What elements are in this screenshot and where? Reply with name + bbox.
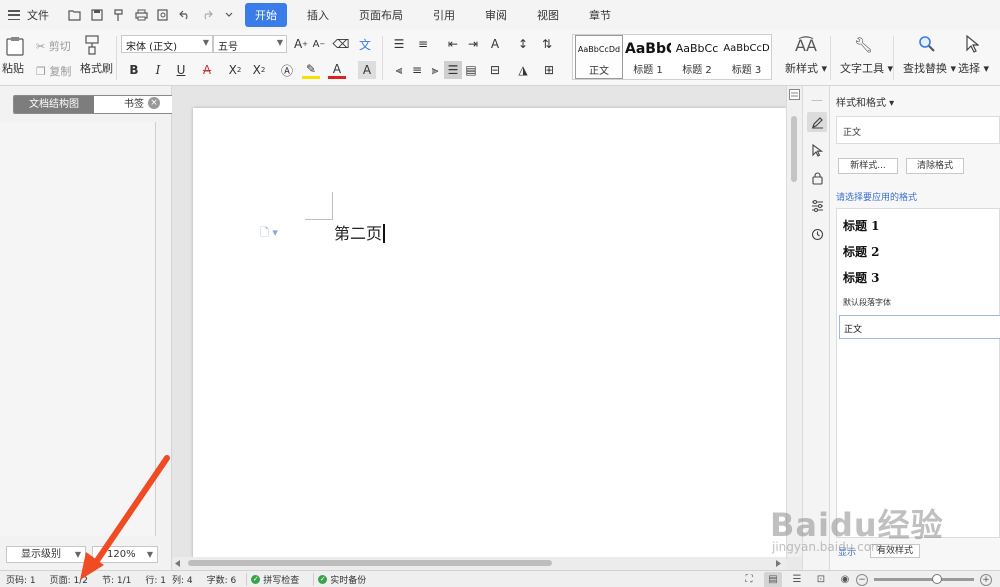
annotation-arrow (80, 455, 170, 580)
